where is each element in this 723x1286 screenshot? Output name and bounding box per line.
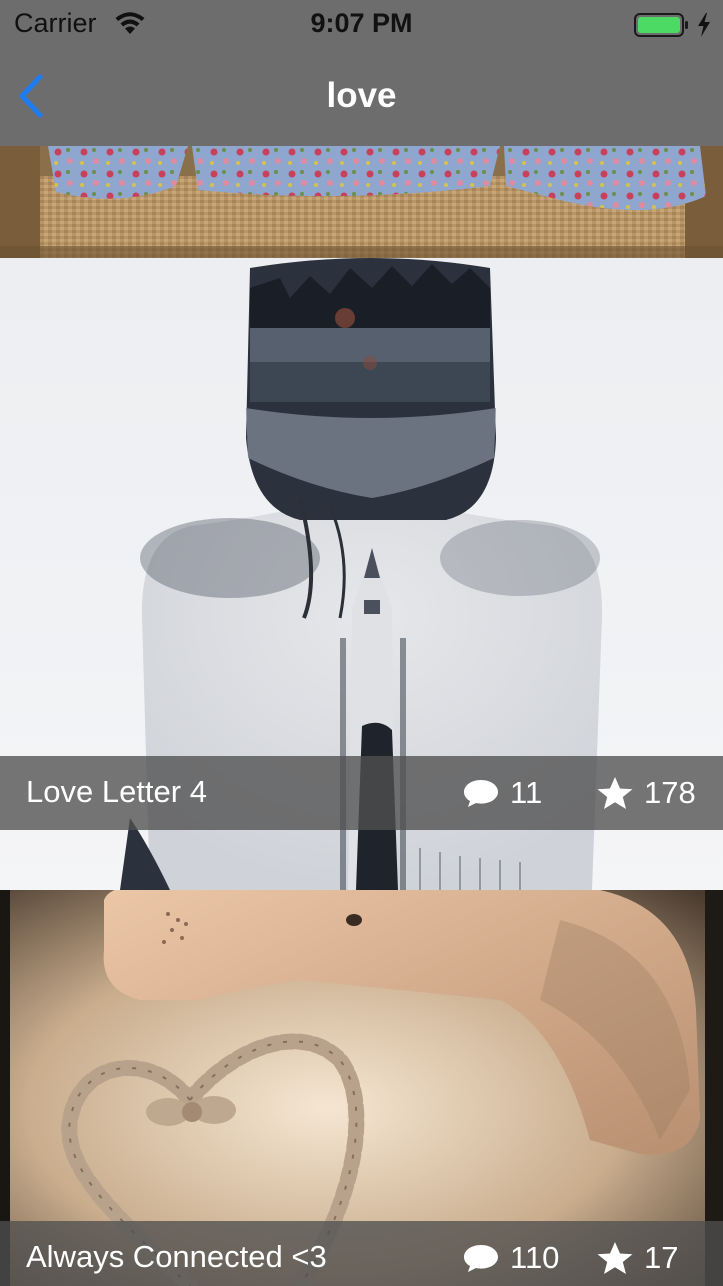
comments-count[interactable]: 110 bbox=[462, 1221, 559, 1286]
comment-bubble-icon bbox=[464, 1245, 498, 1272]
chevron-left-icon bbox=[19, 74, 43, 118]
comment-bubble-icon bbox=[464, 780, 498, 807]
charging-icon bbox=[698, 13, 710, 37]
top-chrome: Carrier 9:07 PM love bbox=[0, 0, 723, 146]
star-icon bbox=[597, 777, 633, 809]
stars-value: 17 bbox=[644, 1240, 679, 1275]
photo-feed[interactable]: Love Letter 4 11 178 Always Connected <3… bbox=[0, 0, 723, 1286]
stars-count[interactable]: 17 bbox=[596, 1221, 678, 1286]
comments-value: 11 bbox=[510, 775, 543, 810]
post-caption-bar: Love Letter 4 11 178 bbox=[0, 756, 723, 830]
status-time: 9:07 PM bbox=[310, 8, 413, 38]
comments-value: 110 bbox=[510, 1240, 560, 1275]
page-title: love bbox=[326, 76, 397, 115]
post-title: Love Letter 4 bbox=[26, 774, 207, 809]
battery-icon bbox=[634, 13, 688, 37]
post-caption-bar: Always Connected <3 110 17 bbox=[0, 1221, 723, 1286]
stars-value: 178 bbox=[644, 775, 696, 810]
back-button[interactable] bbox=[8, 62, 64, 132]
app-screen: Love Letter 4 11 178 Always Connected <3… bbox=[0, 0, 723, 1286]
star-icon bbox=[597, 1242, 633, 1274]
stars-count[interactable]: 178 bbox=[596, 756, 696, 830]
post-card[interactable]: Always Connected <3 110 17 bbox=[0, 890, 723, 1286]
post-card[interactable] bbox=[0, 146, 723, 258]
post-image-cushions[interactable] bbox=[0, 146, 723, 258]
comments-count[interactable]: 11 bbox=[462, 756, 542, 830]
post-title: Always Connected <3 bbox=[26, 1239, 327, 1274]
status-bar: Carrier 9:07 PM bbox=[0, 0, 723, 48]
navigation-bar: love bbox=[0, 48, 723, 146]
post-card[interactable]: Love Letter 4 11 178 bbox=[0, 258, 723, 890]
